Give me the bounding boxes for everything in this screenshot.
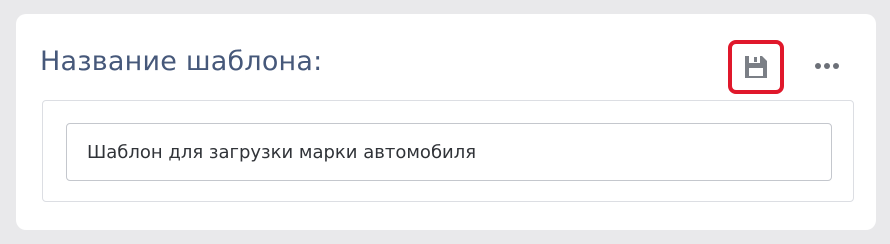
save-button[interactable] <box>728 40 784 94</box>
template-panel: Название шаблона: <box>16 14 876 230</box>
panel-title: Название шаблона: <box>40 46 323 77</box>
more-options-button[interactable] <box>810 52 844 80</box>
template-name-input[interactable] <box>66 123 832 181</box>
ellipsis-icon <box>815 63 839 69</box>
floppy-disk-icon <box>745 56 767 78</box>
template-name-container <box>42 100 854 202</box>
